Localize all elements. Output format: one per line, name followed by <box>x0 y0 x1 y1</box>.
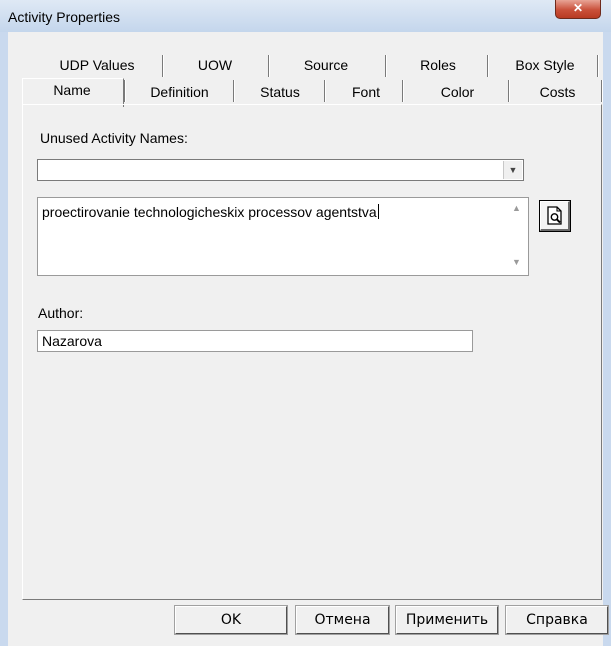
title-bar: Activity Properties ✕ <box>0 0 611 32</box>
author-label: Author: <box>38 305 84 321</box>
tab-separator <box>268 55 270 77</box>
tab-box-style[interactable]: Box Style <box>495 55 595 75</box>
magnifier-document-icon <box>547 206 562 225</box>
tab-separator <box>233 80 235 102</box>
dropdown-button[interactable]: ▼ <box>503 161 522 179</box>
tab-separator <box>162 55 164 77</box>
tab-font[interactable]: Font <box>332 82 400 102</box>
tab-udp-values[interactable]: UDP Values <box>42 55 152 75</box>
tab-separator <box>508 80 510 102</box>
unused-names-dropdown[interactable]: ▼ <box>37 159 524 181</box>
tab-separator <box>601 80 603 102</box>
tab-source[interactable]: Source <box>276 55 376 75</box>
tab-costs[interactable]: Costs <box>515 82 600 102</box>
author-value: Nazarova <box>42 333 102 349</box>
author-input[interactable]: Nazarova <box>37 330 473 352</box>
browse-names-button[interactable] <box>539 200 571 232</box>
activity-name-textarea[interactable]: proectirovanie technologicheskix process… <box>37 197 529 276</box>
textarea-scrollbar[interactable]: ▲ ▼ <box>509 200 526 273</box>
tab-separator <box>385 55 387 77</box>
close-button[interactable]: ✕ <box>555 0 601 19</box>
scroll-down-icon[interactable]: ▼ <box>512 257 521 267</box>
apply-button[interactable]: Применить <box>395 605 499 635</box>
window-frame-right <box>603 32 611 646</box>
tab-status[interactable]: Status <box>240 82 320 102</box>
tab-separator <box>597 55 599 77</box>
window-title: Activity Properties <box>8 9 121 25</box>
chevron-down-icon: ▼ <box>508 165 518 175</box>
unused-names-label: Unused Activity Names: <box>40 130 188 146</box>
tab-roles[interactable]: Roles <box>393 55 483 75</box>
window-frame-left <box>0 32 8 646</box>
tab-color[interactable]: Color <box>410 82 505 102</box>
text-caret <box>377 204 379 219</box>
tab-uow[interactable]: UOW <box>170 55 260 75</box>
tab-name[interactable]: Name <box>22 80 122 100</box>
activity-properties-dialog: Activity Properties ✕ UDP Values UOW Sou… <box>0 0 611 646</box>
tab-separator <box>124 80 126 102</box>
ok-button[interactable]: OK <box>174 605 288 635</box>
help-button[interactable]: Справка <box>505 605 609 635</box>
tab-separator <box>402 80 404 102</box>
cancel-button[interactable]: Отмена <box>295 605 390 635</box>
tab-separator <box>487 55 489 77</box>
tab-separator <box>324 80 326 102</box>
activity-name-value: proectirovanie technologicheskix process… <box>42 204 377 220</box>
tab-definition[interactable]: Definition <box>132 82 227 102</box>
scroll-up-icon[interactable]: ▲ <box>512 203 521 213</box>
close-icon: ✕ <box>572 1 584 15</box>
